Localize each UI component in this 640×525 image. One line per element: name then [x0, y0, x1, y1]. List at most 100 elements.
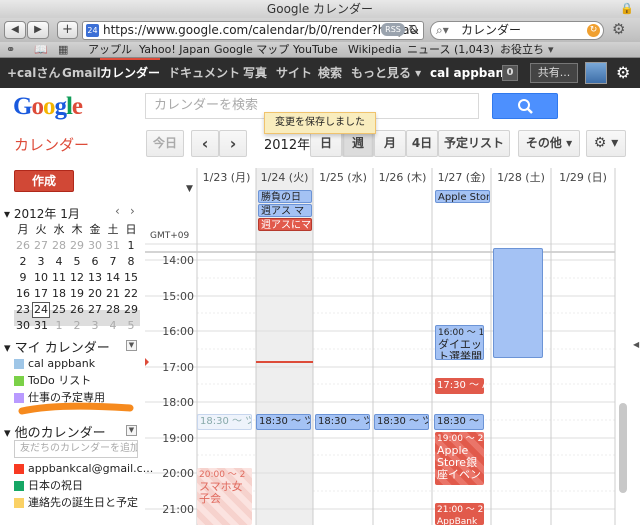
- mini-day[interactable]: 12: [68, 270, 86, 286]
- calendar-item-todo[interactable]: ToDo リスト: [14, 374, 91, 388]
- mini-day[interactable]: 15: [122, 270, 140, 286]
- timed-event[interactable]: 18:30 ～ ツ: [434, 414, 484, 430]
- other-calendars-dropdown[interactable]: ▼: [126, 425, 137, 436]
- mini-day[interactable]: 18: [50, 286, 68, 302]
- timed-event[interactable]: 18:30 ～ ツ: [197, 414, 252, 430]
- rss-button[interactable]: RSS: [381, 23, 405, 36]
- timed-event[interactable]: 19:00 ～ 2 Apple Store銀 座イベン: [435, 432, 484, 485]
- mini-day[interactable]: 30: [86, 238, 104, 254]
- allday-event[interactable]: 週アスにマ: [258, 218, 312, 231]
- mini-day[interactable]: 23: [14, 302, 32, 318]
- mini-day[interactable]: 4: [104, 318, 122, 334]
- day-header-1-27[interactable]: 1/27 (金): [432, 168, 491, 188]
- mini-day[interactable]: 5: [68, 254, 86, 270]
- timed-event[interactable]: 17:30 ～ A: [435, 378, 484, 394]
- forward-button[interactable]: ▶: [27, 21, 49, 39]
- mini-day[interactable]: 8: [122, 254, 140, 270]
- mini-day[interactable]: 31: [104, 238, 122, 254]
- share-button[interactable]: 共有...: [530, 63, 578, 83]
- calendar-item-appbankcal[interactable]: appbankcal@gmail.c...: [14, 462, 153, 476]
- mini-day[interactable]: 9: [14, 270, 32, 286]
- mini-day[interactable]: 19: [68, 286, 86, 302]
- mini-day[interactable]: 17: [32, 286, 50, 302]
- gbar-photos[interactable]: 写真: [243, 58, 267, 88]
- timed-event[interactable]: 21:00 ～ 2 AppBank: [435, 503, 484, 525]
- bookmarks-book-icon[interactable]: 📖: [34, 42, 48, 57]
- mini-day[interactable]: 31: [32, 318, 50, 334]
- mini-day[interactable]: 21: [104, 286, 122, 302]
- view-week-button[interactable]: 週: [342, 130, 374, 157]
- bookmark-google-maps[interactable]: Google マップ: [214, 42, 289, 57]
- avatar[interactable]: [585, 62, 607, 84]
- my-calendars-header[interactable]: ▾ マイ カレンダー: [4, 337, 110, 356]
- timed-event[interactable]: 20:00 ～ 2 スマホ女 子会: [197, 468, 252, 525]
- day-header-1-24[interactable]: 1/24 (火): [256, 168, 313, 188]
- dropdown-icon[interactable]: ▾: [548, 42, 554, 57]
- mini-day[interactable]: 25: [50, 302, 68, 318]
- view-month-button[interactable]: 月: [374, 130, 406, 157]
- mini-day[interactable]: 28: [104, 302, 122, 318]
- calendar-item-cal-appbank[interactable]: cal appbank: [14, 357, 95, 371]
- mini-day[interactable]: 28: [50, 238, 68, 254]
- mini-day[interactable]: 2: [14, 254, 32, 270]
- gbar-sites[interactable]: サイト: [276, 58, 312, 88]
- mini-day[interactable]: 27: [32, 238, 50, 254]
- mini-calendar-title[interactable]: ▾ 2012年 1月: [4, 205, 80, 222]
- mini-day[interactable]: 3: [86, 318, 104, 334]
- mini-next-icon[interactable]: ›: [130, 204, 135, 218]
- gbar-more[interactable]: もっと見る ▾: [351, 58, 421, 88]
- mini-prev-icon[interactable]: ‹: [115, 204, 120, 218]
- create-button[interactable]: 作成: [14, 170, 74, 192]
- mini-day[interactable]: 29: [122, 302, 140, 318]
- settings-gear-icon[interactable]: ⚙: [612, 20, 625, 38]
- view-4day-button[interactable]: 4日: [406, 130, 438, 157]
- notification-count[interactable]: 0: [502, 65, 518, 81]
- mini-day[interactable]: 26: [68, 302, 86, 318]
- new-tab-button[interactable]: +: [57, 21, 78, 39]
- view-day-button[interactable]: 日: [310, 130, 342, 157]
- grid-icon[interactable]: ▦: [58, 42, 68, 57]
- browser-search-input[interactable]: ⌕▾ カレンダー ↻: [430, 21, 604, 40]
- other-calendars-header[interactable]: ▾ 他のカレンダー: [4, 422, 106, 441]
- mini-day[interactable]: 24: [32, 302, 50, 318]
- mini-day[interactable]: 3: [32, 254, 50, 270]
- mini-day[interactable]: 13: [86, 270, 104, 286]
- mini-day[interactable]: 20: [86, 286, 104, 302]
- today-button[interactable]: 今日: [146, 130, 184, 157]
- calendar-settings-button[interactable]: ⚙ ▾: [586, 130, 626, 157]
- bookmark-youtube[interactable]: YouTube: [293, 42, 338, 57]
- mini-day[interactable]: 30: [14, 318, 32, 334]
- timed-event[interactable]: 18:30 ～ ツ: [256, 414, 311, 430]
- day-header-1-26[interactable]: 1/26 (木): [373, 168, 432, 188]
- mini-day[interactable]: 1: [122, 238, 140, 254]
- timed-event[interactable]: 16:00 ～ 1 ダイエッ ト選挙開: [435, 325, 484, 360]
- calendar-item-birthdays[interactable]: 連絡先の誕生日と予定: [14, 496, 138, 510]
- gbar-documents[interactable]: ドキュメント: [168, 58, 240, 88]
- bookmark-useful[interactable]: お役立ち: [500, 42, 544, 57]
- bookmark-apple[interactable]: アップル: [88, 42, 132, 57]
- day-header-1-25[interactable]: 1/25 (水): [313, 168, 373, 188]
- search-button[interactable]: [492, 93, 558, 119]
- day-header-1-29[interactable]: 1/29 (日): [551, 168, 615, 188]
- back-button[interactable]: ◀: [4, 21, 26, 39]
- mini-day[interactable]: 2: [68, 318, 86, 334]
- bookmark-wikipedia[interactable]: Wikipedia: [348, 42, 402, 57]
- gbar-account[interactable]: cal appbank: [430, 58, 512, 88]
- mini-day[interactable]: 29: [68, 238, 86, 254]
- allday-event[interactable]: 週アス マ: [258, 204, 312, 217]
- add-friend-calendar-input[interactable]: 友だちのカレンダーを追加: [14, 440, 138, 458]
- allday-collapse-icon[interactable]: ▼: [186, 184, 193, 194]
- more-button[interactable]: その他 ▾: [518, 130, 580, 157]
- mini-day[interactable]: 27: [86, 302, 104, 318]
- calendar-item-holidays[interactable]: 日本の祝日: [14, 479, 83, 493]
- reload-icon[interactable]: ↻: [408, 22, 418, 36]
- mini-day[interactable]: 11: [50, 270, 68, 286]
- mini-day[interactable]: 22: [122, 286, 140, 302]
- view-agenda-button[interactable]: 予定リスト: [438, 130, 510, 157]
- timed-event[interactable]: 18:30 ～ ツ: [315, 414, 370, 430]
- day-header-1-28[interactable]: 1/28 (土): [491, 168, 551, 188]
- mini-day[interactable]: 10: [32, 270, 50, 286]
- mini-day[interactable]: 26: [14, 238, 32, 254]
- gbar-search[interactable]: 検索: [318, 58, 342, 88]
- gbar-gmail[interactable]: Gmail: [62, 58, 101, 88]
